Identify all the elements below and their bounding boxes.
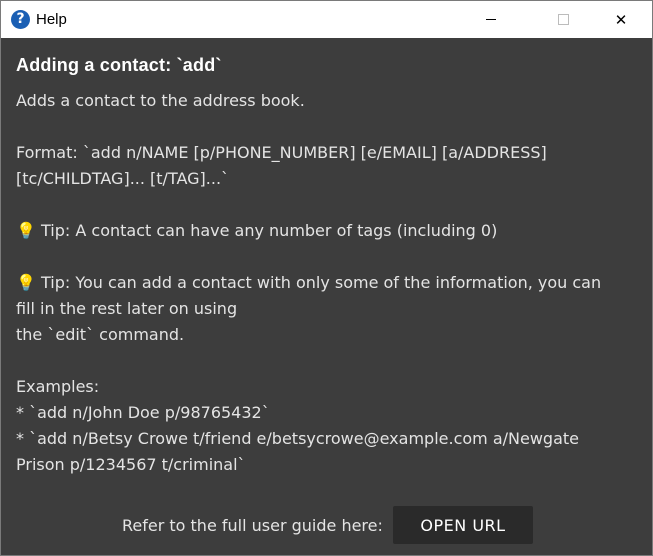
help-heading: Adding a contact: `add` <box>16 55 222 75</box>
close-icon: ✕ <box>614 10 628 29</box>
open-url-button[interactable]: OPEN URL <box>393 506 533 544</box>
help-window: ? Help ✕ Adding a contact: `add` Adds a … <box>0 0 653 556</box>
help-body: Adds a contact to the address book. Form… <box>16 91 602 474</box>
window-title: Help <box>36 11 67 28</box>
maximize-icon <box>557 14 569 25</box>
minimize-button[interactable] <box>468 1 514 38</box>
footer: Refer to the full user guide here: OPEN … <box>1 505 652 545</box>
title-bar[interactable]: ? Help ✕ <box>1 1 652 38</box>
maximize-button[interactable] <box>540 1 586 38</box>
help-content: Adding a contact: `add` Adds a contact t… <box>16 55 626 478</box>
minimize-icon <box>486 19 496 20</box>
user-guide-label: Refer to the full user guide here: <box>122 516 383 535</box>
close-button[interactable]: ✕ <box>598 1 644 38</box>
question-mark-icon: ? <box>11 10 30 29</box>
